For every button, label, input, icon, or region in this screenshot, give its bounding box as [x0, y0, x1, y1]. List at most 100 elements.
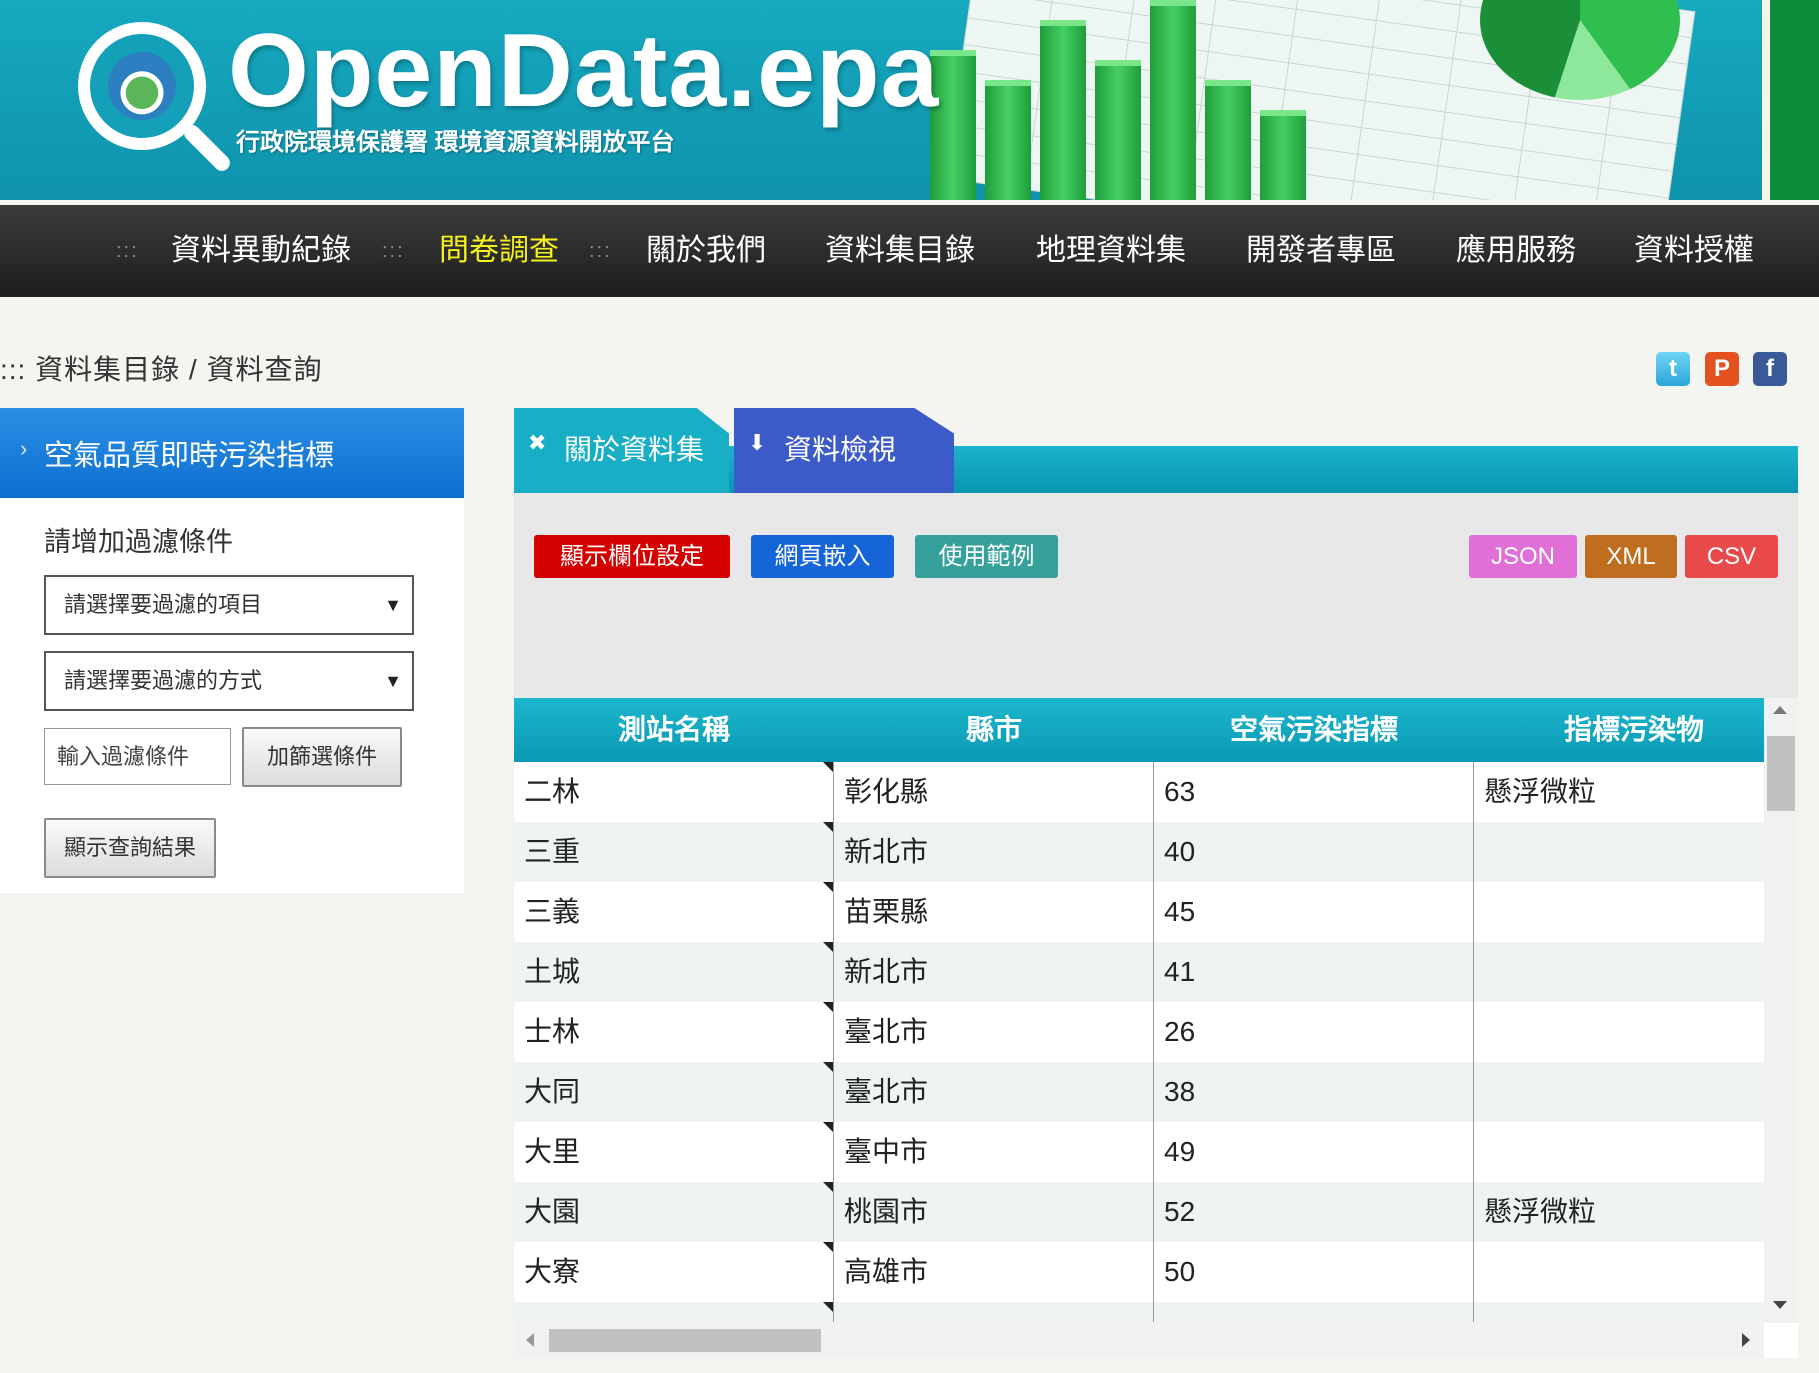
filter-condition-input[interactable]: 輸入過濾條件	[44, 728, 231, 785]
cell-station: 士林	[524, 1016, 581, 1047]
column-header[interactable]: 縣市	[834, 698, 1154, 762]
cell-station: 大園	[524, 1196, 581, 1227]
cell-psi: 52	[1164, 1196, 1196, 1227]
cell-pollutant	[1474, 1002, 1484, 1062]
header-banner: OpenData.epa 行政院環境保護署 環境資源資料開放平台	[0, 0, 1819, 200]
cell-psi: 40	[1164, 836, 1196, 867]
tab-preview-label: 資料檢視	[784, 434, 897, 465]
cell-county: 桃園市	[844, 1196, 929, 1227]
table-row[interactable]: 大園 桃園市 52 懸浮微粒	[514, 1182, 1764, 1242]
scroll-left-icon[interactable]	[526, 1333, 534, 1347]
cell-county: 臺北市	[844, 1016, 929, 1047]
xml-download-button[interactable]: XML	[1585, 535, 1677, 578]
nav-item-data-license[interactable]: 資料授權	[1634, 205, 1754, 297]
nav-item-applications[interactable]: 應用服務	[1456, 205, 1576, 297]
cell-psi: 49	[1164, 1136, 1196, 1167]
breadcrumb: ::: 資料集目錄 / 資料查詢	[0, 348, 323, 388]
magnifier-handle-icon	[180, 121, 234, 175]
plurk-icon[interactable]: P	[1705, 352, 1739, 386]
table-header: 測站名稱 縣市 空氣污染指標 指標污染物	[514, 698, 1764, 762]
filter-item-select[interactable]: 請選擇要過濾的項目 ▼	[44, 575, 414, 635]
vertical-scroll-thumb[interactable]	[1767, 736, 1795, 811]
table-row[interactable]: 士林 臺北市 26	[514, 1002, 1764, 1062]
filter-label: 請增加過濾條件	[44, 527, 233, 557]
dropdown-arrow-icon: ▼	[384, 595, 402, 615]
download-icon: ⬇	[748, 430, 767, 455]
column-header[interactable]: 指標污染物	[1474, 698, 1794, 762]
dropdown-arrow-icon: ▼	[384, 671, 402, 691]
cell-edit-marker	[823, 822, 833, 832]
table-row[interactable]: 土城 新北市 41	[514, 942, 1764, 1002]
banner-right-strip	[1762, 0, 1819, 200]
cell-psi: 38	[1164, 1076, 1196, 1107]
cell-edit-marker	[823, 1122, 833, 1132]
tab-about-dataset[interactable]: ✖ 關於資料集	[514, 408, 729, 493]
cell-psi: 63	[1164, 776, 1196, 807]
cell-edit-marker	[823, 1002, 833, 1012]
cell-county: 苗栗縣	[844, 896, 929, 927]
table-row[interactable]: 二林 彰化縣 63 懸浮微粒	[514, 762, 1764, 822]
cell-edit-marker	[823, 942, 833, 952]
twitter-icon[interactable]: t	[1656, 352, 1690, 386]
vertical-scrollbar[interactable]	[1764, 698, 1798, 1323]
sidebar-dataset-title: 空氣品質即時污染指標	[44, 440, 335, 472]
scrollbar-corner	[1764, 1323, 1798, 1358]
cell-psi: 26	[1164, 1016, 1196, 1047]
table-row[interactable]: 大寮 高雄市 50	[514, 1242, 1764, 1302]
nav-item-developers[interactable]: 開發者專區	[1246, 205, 1396, 297]
main-nav: ::: 資料異動紀錄 ::: 問卷調查 ::: 關於我們 資料集目錄 地理資料集…	[0, 205, 1819, 297]
nav-item-survey[interactable]: 問卷調查	[439, 205, 559, 297]
facebook-icon[interactable]: f	[1753, 352, 1787, 386]
column-settings-button[interactable]: 顯示欄位設定	[534, 535, 730, 578]
toolbar-area: 顯示欄位設定 網頁嵌入 使用範例 JSON XML CSV	[514, 493, 1798, 698]
column-header[interactable]: 測站名稱	[514, 698, 834, 762]
breadcrumb-current: 資料查詢	[206, 354, 323, 385]
banner-bar-graphic	[1260, 110, 1306, 200]
nav-item-dataset-catalog[interactable]: 資料集目錄	[825, 205, 975, 297]
filter-method-select[interactable]: 請選擇要過濾的方式 ▼	[44, 651, 414, 711]
json-download-button[interactable]: JSON	[1469, 535, 1577, 578]
cell-county: 彰化縣	[844, 776, 929, 807]
scroll-down-icon[interactable]	[1773, 1301, 1787, 1309]
breadcrumb-prefix: :::	[0, 354, 27, 385]
horizontal-scrollbar[interactable]	[514, 1323, 1764, 1358]
column-divider	[1153, 762, 1154, 1322]
scroll-right-icon[interactable]	[1742, 1333, 1750, 1347]
cell-psi: 45	[1164, 896, 1196, 927]
data-table: 測站名稱 縣市 空氣污染指標 指標污染物 二林 彰化縣 63 懸浮微粒 三重 新…	[514, 698, 1798, 1358]
csv-download-button[interactable]: CSV	[1685, 535, 1778, 578]
cell-station: 三重	[524, 836, 581, 867]
table-row[interactable]: 三義 苗栗縣 45	[514, 882, 1764, 942]
nav-separator: :::	[589, 240, 612, 262]
breadcrumb-parent-link[interactable]: 資料集目錄	[35, 354, 180, 385]
add-filter-button[interactable]: 加篩選條件	[242, 727, 402, 787]
horizontal-scroll-thumb[interactable]	[549, 1329, 821, 1352]
column-header[interactable]: 空氣污染指標	[1154, 698, 1474, 762]
cell-pollutant	[1474, 1242, 1484, 1302]
cell-station: 土城	[524, 956, 581, 987]
table-row[interactable]: 三重 新北市 40	[514, 822, 1764, 882]
table-row[interactable]: 大里 臺中市 49	[514, 1122, 1764, 1182]
site-title: OpenData.epa	[228, 13, 940, 129]
cell-edit-marker	[823, 1242, 833, 1252]
tab-data-preview[interactable]: ⬇ 資料檢視	[734, 408, 954, 493]
examples-button[interactable]: 使用範例	[915, 535, 1058, 578]
nav-item-change-log[interactable]: 資料異動紀錄	[171, 205, 351, 297]
banner-bar-graphic	[1205, 80, 1251, 200]
show-results-button[interactable]: 顯示查詢結果	[44, 818, 216, 878]
chevron-right-icon: ›	[20, 436, 28, 461]
embed-button[interactable]: 網頁嵌入	[751, 535, 894, 578]
table-row[interactable]: 大同 臺北市 38	[514, 1062, 1764, 1122]
logo-mountain-icon	[108, 52, 176, 120]
cell-county: 臺北市	[844, 1076, 929, 1107]
nav-item-about-us[interactable]: 關於我們	[646, 205, 766, 297]
banner-bar-graphic	[1150, 0, 1196, 200]
sidebar-dataset-header[interactable]: › 空氣品質即時污染指標	[0, 408, 464, 498]
cell-station: 大里	[524, 1136, 581, 1167]
nav-item-geo-datasets[interactable]: 地理資料集	[1036, 205, 1186, 297]
cell-edit-marker	[823, 882, 833, 892]
cell-pollutant	[1474, 1122, 1484, 1182]
cell-county: 新北市	[844, 836, 929, 867]
scroll-up-icon[interactable]	[1773, 706, 1787, 714]
cell-station: 大寮	[524, 1256, 581, 1287]
